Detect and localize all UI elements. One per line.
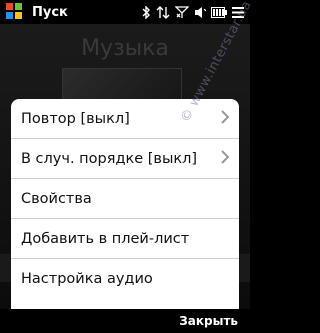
chevron-right-icon	[221, 109, 230, 128]
chevron-right-icon	[221, 149, 230, 168]
menu-item-label: Свойства	[21, 190, 92, 207]
menu-item-repeat[interactable]: Повтор [выкл]	[11, 99, 239, 139]
menu-item-add-to-playlist[interactable]: Добавить в плей-лист	[11, 219, 239, 259]
menu-item-shuffle[interactable]: В случ. порядке [выкл]	[11, 139, 239, 179]
menu-item-audio-settings[interactable]: Настройка аудио	[11, 259, 239, 299]
battery-icon[interactable]	[211, 6, 227, 18]
menu-item-label: Добавить в плей-лист	[21, 230, 190, 247]
music-title: Музыка	[81, 36, 169, 61]
menu-item-label: Повтор [выкл]	[21, 110, 130, 127]
menu-icon[interactable]	[232, 6, 244, 18]
menu-item-label: Настройка аудио	[21, 271, 153, 287]
softkey-bar: Закрыть	[0, 309, 250, 333]
volume-muted-icon[interactable]	[194, 6, 206, 19]
connectivity-icon[interactable]	[156, 5, 170, 19]
bluetooth-icon[interactable]	[142, 5, 151, 19]
close-button[interactable]: Закрыть	[179, 314, 238, 328]
status-bar: Пуск	[0, 0, 250, 24]
context-menu: Повтор [выкл] В случ. порядке [выкл] Сво…	[11, 99, 239, 309]
menu-item-properties[interactable]: Свойства	[11, 179, 239, 219]
signal-icon[interactable]	[175, 5, 189, 19]
start-title[interactable]: Пуск	[32, 5, 68, 20]
status-icons	[142, 5, 244, 19]
menu-item-label: В случ. порядке [выкл]	[21, 150, 198, 167]
windows-start-icon[interactable]	[6, 3, 24, 21]
